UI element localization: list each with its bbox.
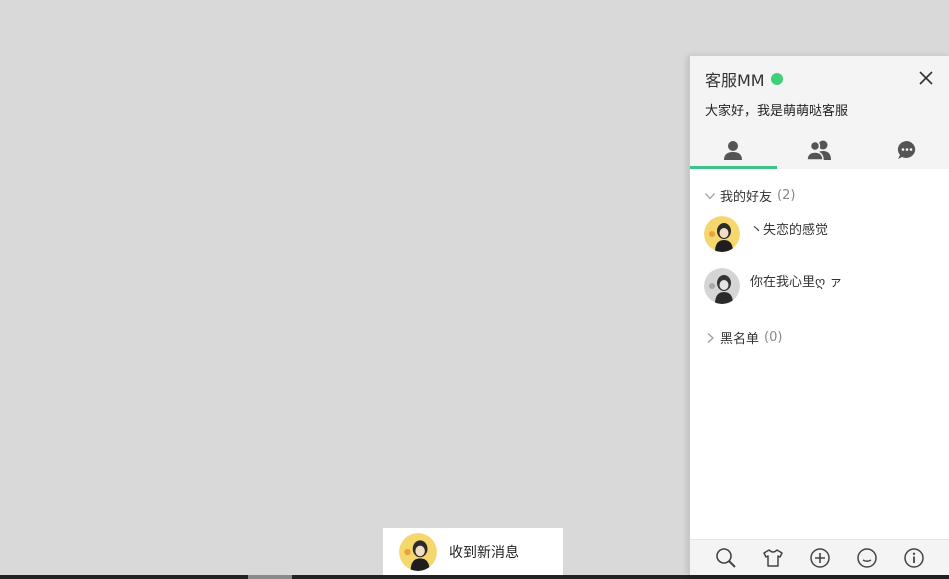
notification-text: 收到新消息 xyxy=(449,544,519,561)
notification-avatar-icon xyxy=(399,532,437,571)
panel-signature: 大家好，我是萌萌哒客服 xyxy=(705,104,849,119)
search-icon xyxy=(715,547,736,568)
group-users-icon xyxy=(806,140,831,161)
group-count: (2) xyxy=(777,188,796,203)
chevron-right-icon xyxy=(707,332,714,343)
search-button[interactable] xyxy=(715,547,737,569)
group-blacklist[interactable]: 黑名单 (0) xyxy=(704,328,782,347)
close-icon xyxy=(919,71,933,85)
panel-header: 客服MM 大家好，我是萌萌哒客服 xyxy=(690,56,949,169)
close-button[interactable] xyxy=(916,68,936,88)
avatar xyxy=(704,216,740,252)
taskbar-edge xyxy=(0,575,949,579)
add-button[interactable] xyxy=(809,547,831,569)
panel-tabs xyxy=(690,130,949,169)
tab-messages[interactable] xyxy=(863,130,949,169)
title-row: 客服MM xyxy=(705,68,783,90)
panel-title: 客服MM xyxy=(705,71,765,90)
group-count: (0) xyxy=(764,330,783,345)
single-user-icon xyxy=(724,140,743,160)
tab-groups[interactable] xyxy=(777,130,864,169)
info-button[interactable] xyxy=(903,547,925,569)
info-icon xyxy=(904,547,925,568)
group-label: 我的好友 xyxy=(720,190,773,205)
tab-friends[interactable] xyxy=(690,130,777,169)
friend-item[interactable]: 你在我心里ღ ァ xyxy=(704,268,936,308)
skin-shirt-icon xyxy=(763,548,783,567)
friend-name: 你在我心里ღ ァ xyxy=(750,275,843,290)
add-icon xyxy=(810,547,830,568)
friend-avatar-icon xyxy=(704,268,740,304)
online-status-dot xyxy=(770,73,783,85)
friend-item[interactable]: 丶失恋的感觉 xyxy=(704,216,936,256)
emoji-button[interactable] xyxy=(856,547,878,569)
new-message-notification[interactable]: 收到新消息 xyxy=(383,528,563,575)
group-friends[interactable]: 我的好友 (2) xyxy=(704,186,795,205)
panel-footer xyxy=(690,539,949,575)
emoji-icon xyxy=(857,547,877,568)
taskbar-segment xyxy=(248,575,292,579)
friend-avatar-icon xyxy=(704,216,740,252)
avatar xyxy=(399,532,437,571)
chat-panel: 客服MM 大家好，我是萌萌哒客服 我的好友 (2) 丶失恋的感觉 你在我心里ღ … xyxy=(689,56,949,575)
chat-bubble-icon xyxy=(897,140,915,159)
avatar xyxy=(704,268,740,304)
chevron-down-icon xyxy=(705,192,715,199)
skin-button[interactable] xyxy=(762,547,784,569)
friend-name: 丶失恋的感觉 xyxy=(750,223,829,238)
group-label: 黑名单 xyxy=(720,332,760,347)
